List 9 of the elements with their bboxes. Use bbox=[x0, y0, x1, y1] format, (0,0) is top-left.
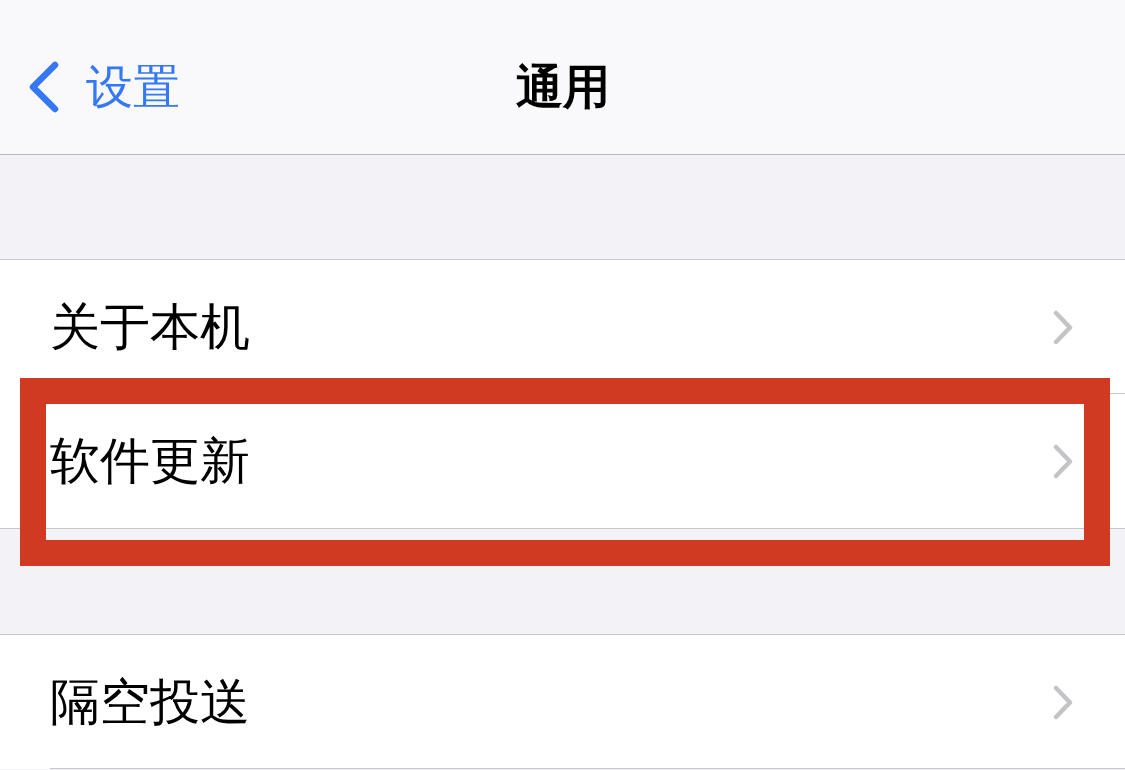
chevron-left-icon bbox=[28, 61, 60, 113]
chevron-right-icon bbox=[1053, 443, 1073, 479]
row-label[interactable]: 隔空投送 bbox=[50, 672, 250, 732]
page-title: 通用 bbox=[515, 58, 610, 116]
row-label[interactable]: 软件更新 bbox=[50, 431, 250, 491]
chevron-right-icon bbox=[1053, 309, 1073, 345]
back-button[interactable]: 设置 bbox=[28, 58, 180, 116]
row-label[interactable]: 关于本机 bbox=[50, 297, 250, 357]
chevron-right-icon bbox=[1053, 684, 1073, 720]
